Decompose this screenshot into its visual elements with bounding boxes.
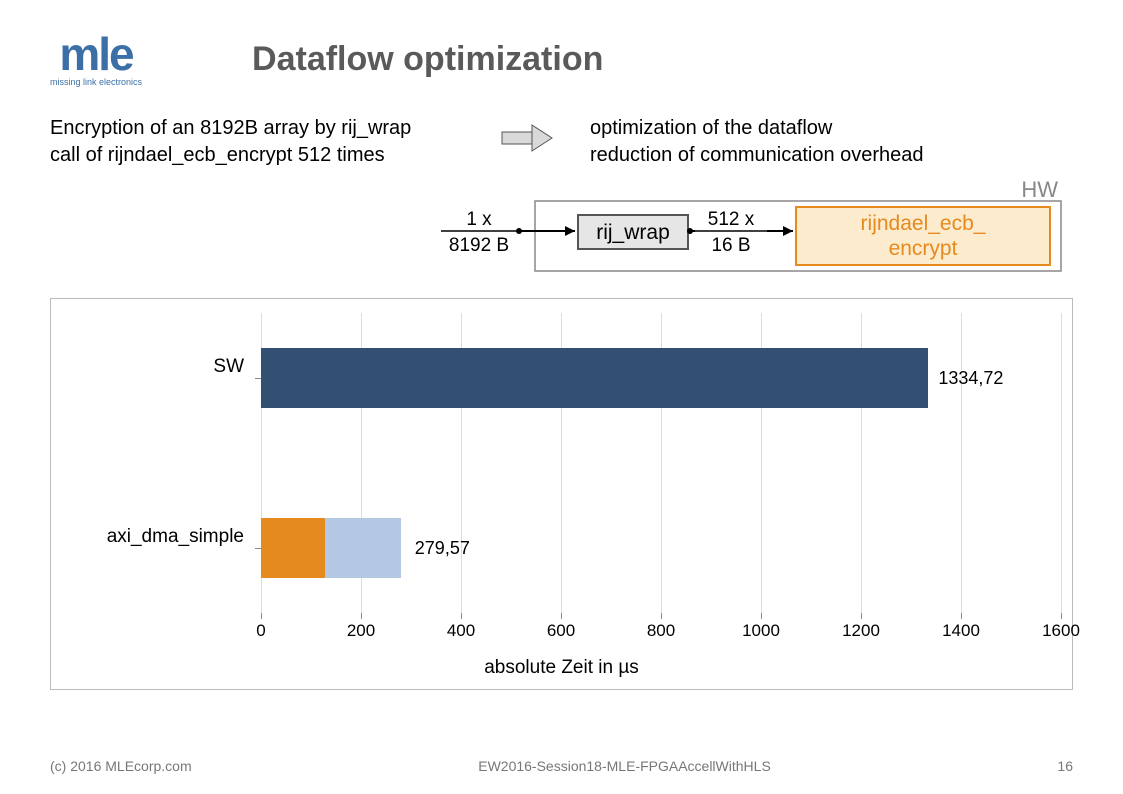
intro-right-l1: optimization of the dataflow xyxy=(590,115,1073,142)
xtick-label: 1600 xyxy=(1042,621,1080,641)
diag-box1: rij_wrap xyxy=(596,221,670,244)
xtick-label: 800 xyxy=(647,621,675,641)
intro-left-l2: call of rijndael_ecb_encrypt 512 times xyxy=(50,142,470,169)
ylabel-1: axi_dma_simple xyxy=(96,526,244,548)
diag-box2b: encrypt xyxy=(889,237,958,260)
intro-right-l2: reduction of communication overhead xyxy=(590,142,1073,169)
gridline xyxy=(961,313,962,613)
plot-area: 020040060080010001200140016001334,72279,… xyxy=(261,313,1061,613)
bar-sw xyxy=(261,348,928,408)
bar-axi-value: 279,57 xyxy=(415,538,470,559)
hw-label: HW xyxy=(1021,179,1058,202)
tick-mark xyxy=(261,613,262,619)
logo-main: mle xyxy=(59,34,132,75)
ylabel-0: SW xyxy=(96,356,244,378)
xlabel: absolute Zeit in µs xyxy=(484,657,639,679)
xtick-label: 0 xyxy=(256,621,265,641)
intro: Encryption of an 8192B array by rij_wrap… xyxy=(50,115,1073,169)
tick-mark xyxy=(561,613,562,619)
diag-in-bot: 8192 B xyxy=(449,235,509,256)
xtick-label: 200 xyxy=(347,621,375,641)
tick-mark xyxy=(661,613,662,619)
diag-mid-top: 512 x xyxy=(708,209,755,230)
bar-axi-seg2 xyxy=(325,518,401,578)
tick-mark xyxy=(961,613,962,619)
xtick-label: 1400 xyxy=(942,621,980,641)
arrow-right-icon xyxy=(500,121,560,155)
xtick-label: 1000 xyxy=(742,621,780,641)
diagram-svg: HW 1 x 8192 B rij_wrap 512 x 16 B rijn xyxy=(435,179,1075,279)
slide: mle missing link electronics Dataflow op… xyxy=(0,0,1123,794)
intro-left: Encryption of an 8192B array by rij_wrap… xyxy=(50,115,470,169)
tick-mark xyxy=(461,613,462,619)
intro-left-l1: Encryption of an 8192B array by rij_wrap xyxy=(50,115,470,142)
header: mle missing link electronics Dataflow op… xyxy=(50,30,1073,87)
footer-left: (c) 2016 MLEcorp.com xyxy=(50,758,192,774)
xtick-label: 400 xyxy=(447,621,475,641)
page-title: Dataflow optimization xyxy=(252,40,603,79)
tick-mark xyxy=(1061,613,1062,619)
xtick-label: 600 xyxy=(547,621,575,641)
footer: (c) 2016 MLEcorp.com EW2016-Session18-ML… xyxy=(50,758,1073,774)
chart: SW axi_dma_simple 0200400600800100012001… xyxy=(50,298,1073,690)
footer-center: EW2016-Session18-MLE-FPGAAccellWithHLS xyxy=(478,758,771,774)
intro-right: optimization of the dataflow reduction o… xyxy=(590,115,1073,169)
diag-in-top: 1 x xyxy=(466,209,492,230)
diagram: HW 1 x 8192 B rij_wrap 512 x 16 B rijn xyxy=(435,179,1073,284)
logo-sub: missing link electronics xyxy=(50,77,142,87)
xtick-label: 1200 xyxy=(842,621,880,641)
bar-axi-seg1 xyxy=(261,518,325,578)
tick-mark xyxy=(361,613,362,619)
bar-sw-value: 1334,72 xyxy=(938,368,1003,389)
footer-right: 16 xyxy=(1057,758,1073,774)
logo: mle missing link electronics xyxy=(50,34,142,87)
diag-mid-bot: 16 B xyxy=(711,235,750,256)
tick-mark xyxy=(861,613,862,619)
gridline xyxy=(1061,313,1062,613)
diag-box2a: rijndael_ecb_ xyxy=(861,212,986,235)
tick-mark xyxy=(761,613,762,619)
